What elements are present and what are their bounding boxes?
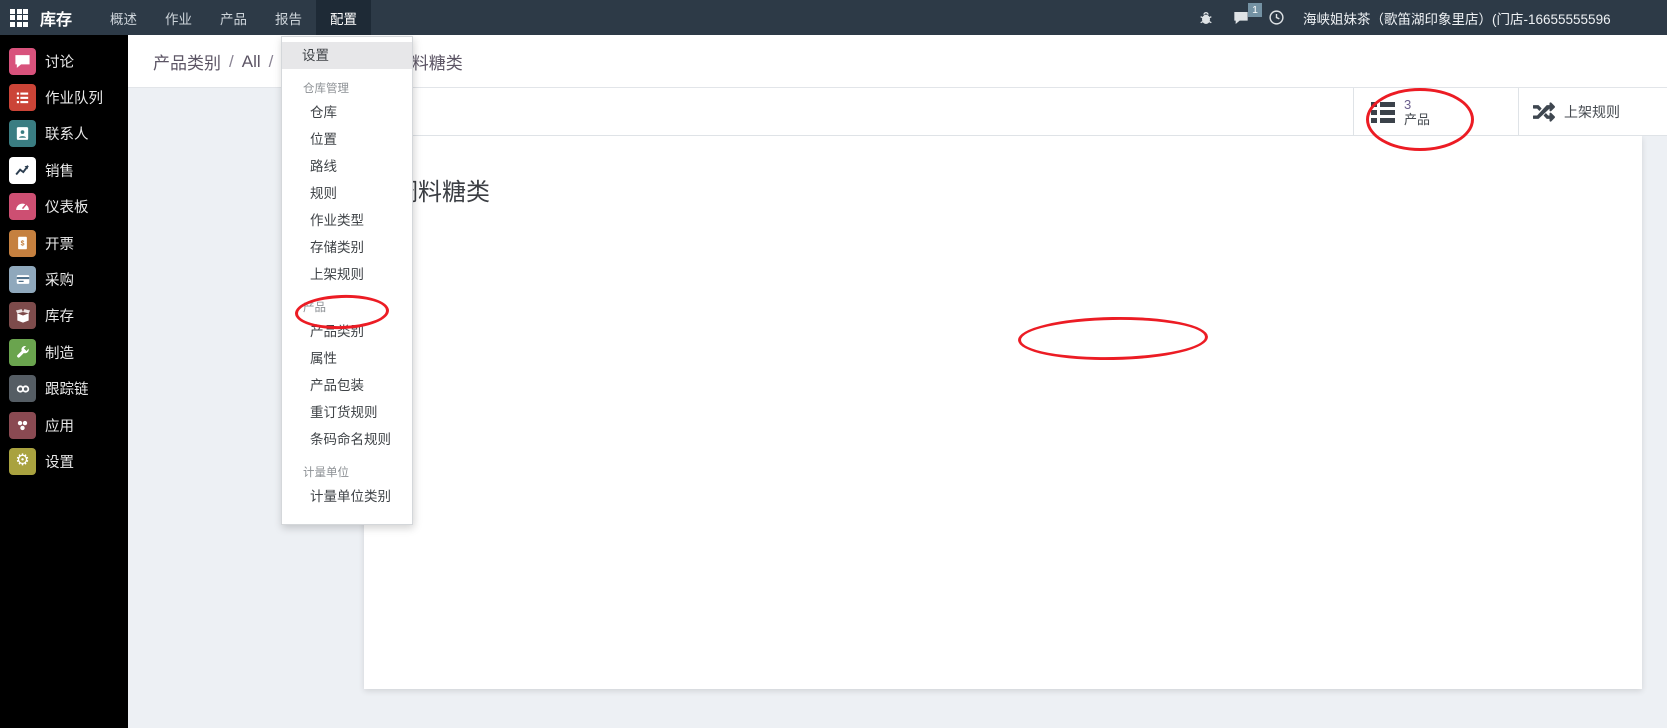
invoice-icon: $ [9, 230, 36, 257]
menu-item-设置[interactable]: 设置 [282, 42, 412, 69]
button-separator [1518, 88, 1519, 136]
chain-icon [9, 375, 36, 402]
menu-section-header: 仓库管理 [282, 79, 412, 99]
sidebar-item-purchase[interactable]: 采购 [0, 261, 128, 297]
top-navbar: 库存 概述 作业 产品 报告 配置 1 海峡姐妹茶（歌笛湖印象里店）(门店-16… [0, 0, 1667, 35]
products-label: 产品 [1404, 112, 1430, 127]
putaway-rules-label: 上架规则 [1564, 102, 1620, 122]
sidebar-item-manufacture[interactable]: 制造 [0, 334, 128, 370]
sidebar-item-label: 联系人 [45, 123, 89, 144]
sidebar-item-queue[interactable]: 作业队列 [0, 79, 128, 115]
menu-section-header: 计量单位 [282, 463, 412, 483]
button-separator [1353, 88, 1354, 136]
app-menu: 概述 作业 产品 报告 配置 [96, 0, 371, 35]
sidebar-item-chain[interactable]: 跟踪链 [0, 371, 128, 407]
sidebar-item-label: 应用 [45, 415, 74, 436]
contacts-icon [9, 120, 36, 147]
apps-sidebar: 讨论作业队列联系人销售仪表板 $ 开票采购库存制造跟踪链应用 ⚙ 设置 [0, 35, 128, 728]
sidebar-item-chat[interactable]: 讨论 [0, 43, 128, 79]
products-count: 3 [1404, 97, 1430, 112]
menu-item-规则[interactable]: 规则 [282, 180, 412, 207]
sidebar-item-label: 设置 [45, 451, 74, 472]
form-sheet [364, 136, 1642, 689]
menu-item-条码命名规则[interactable]: 条码命名规则 [282, 426, 412, 453]
sidebar-item-invoice[interactable]: $ 开票 [0, 225, 128, 261]
queue-icon [9, 84, 36, 111]
menu-item-存储类别[interactable]: 存储类别 [282, 234, 412, 261]
gear-icon: ⚙ [9, 448, 36, 475]
message-count-badge: 1 [1248, 3, 1262, 17]
purchase-icon [9, 266, 36, 293]
manufacture-icon [9, 339, 36, 366]
sidebar-item-inventory[interactable]: 库存 [0, 298, 128, 334]
button-box [364, 88, 1667, 136]
menu-item-属性[interactable]: 属性 [282, 345, 412, 372]
menu-configuration[interactable]: 配置 [316, 0, 371, 35]
menu-item-上架规则[interactable]: 上架规则 [282, 261, 412, 288]
sidebar-item-label: 采购 [45, 269, 74, 290]
page: 库存 概述 作业 产品 报告 配置 1 海峡姐妹茶（歌笛湖印象里店）(门店-16… [0, 0, 1667, 728]
menu-item-重订货规则[interactable]: 重订货规则 [282, 399, 412, 426]
debug-bug-icon[interactable] [1198, 10, 1214, 26]
menu-operations[interactable]: 作业 [151, 0, 206, 35]
shuffle-icon [1533, 101, 1555, 123]
sidebar-item-label: 讨论 [45, 51, 74, 72]
configuration-dropdown: 设置仓库管理仓库位置路线规则作业类型存储类别上架规则产品产品类别属性产品包装重订… [281, 36, 413, 525]
dashboard-icon [9, 193, 36, 220]
menu-item-位置[interactable]: 位置 [282, 126, 412, 153]
sidebar-item-gear[interactable]: ⚙ 设置 [0, 443, 128, 479]
sidebar-item-label: 制造 [45, 342, 74, 363]
sidebar-item-label: 跟踪链 [45, 378, 89, 399]
menu-item-产品类别[interactable]: 产品类别 [282, 318, 412, 345]
breadcrumb-all[interactable]: All [242, 52, 261, 72]
menu-item-产品包装[interactable]: 产品包装 [282, 372, 412, 399]
apps-icon [9, 412, 36, 439]
breadcrumb-product-category[interactable]: 产品类别 [153, 49, 221, 74]
sidebar-item-dashboard[interactable]: 仪表板 [0, 189, 128, 225]
menu-section-header: 产品 [282, 298, 412, 318]
svg-text:$: $ [21, 241, 25, 248]
apps-grid-icon[interactable] [10, 9, 28, 27]
sidebar-item-contacts[interactable]: 联系人 [0, 116, 128, 152]
chat-icon [9, 48, 36, 75]
sidebar-item-label: 作业队列 [45, 87, 103, 108]
sidebar-item-label: 开票 [45, 233, 74, 254]
sidebar-item-sales[interactable]: 销售 [0, 152, 128, 188]
sidebar-item-apps[interactable]: 应用 [0, 407, 128, 443]
menu-reporting[interactable]: 报告 [261, 0, 316, 35]
sidebar-item-label: 销售 [45, 160, 74, 181]
product-list-icon [1371, 102, 1395, 123]
company-user-menu[interactable]: 海峡姐妹茶（歌笛湖印象里店）(门店-16655555596 [1303, 8, 1611, 28]
sidebar-item-label: 库存 [45, 305, 74, 326]
current-app-name[interactable]: 库存 [40, 6, 72, 30]
inventory-icon [9, 302, 36, 329]
menu-item-仓库[interactable]: 仓库 [282, 99, 412, 126]
menu-overview[interactable]: 概述 [96, 0, 151, 35]
menu-item-路线[interactable]: 路线 [282, 153, 412, 180]
menu-products[interactable]: 产品 [206, 0, 261, 35]
products-smart-button[interactable]: 3 产品 [1371, 88, 1430, 136]
menu-item-计量单位类别[interactable]: 计量单位类别 [282, 483, 412, 510]
navbar-right: 1 海峡姐妹茶（歌笛湖印象里店）(门店-16655555596 [1198, 0, 1611, 35]
messages-icon[interactable]: 1 [1232, 10, 1250, 26]
activities-clock-icon[interactable] [1268, 9, 1285, 26]
menu-item-作业类型[interactable]: 作业类型 [282, 207, 412, 234]
sales-icon [9, 157, 36, 184]
putaway-rules-smart-button[interactable]: 上架规则 [1533, 88, 1620, 136]
sidebar-item-label: 仪表板 [45, 196, 89, 217]
